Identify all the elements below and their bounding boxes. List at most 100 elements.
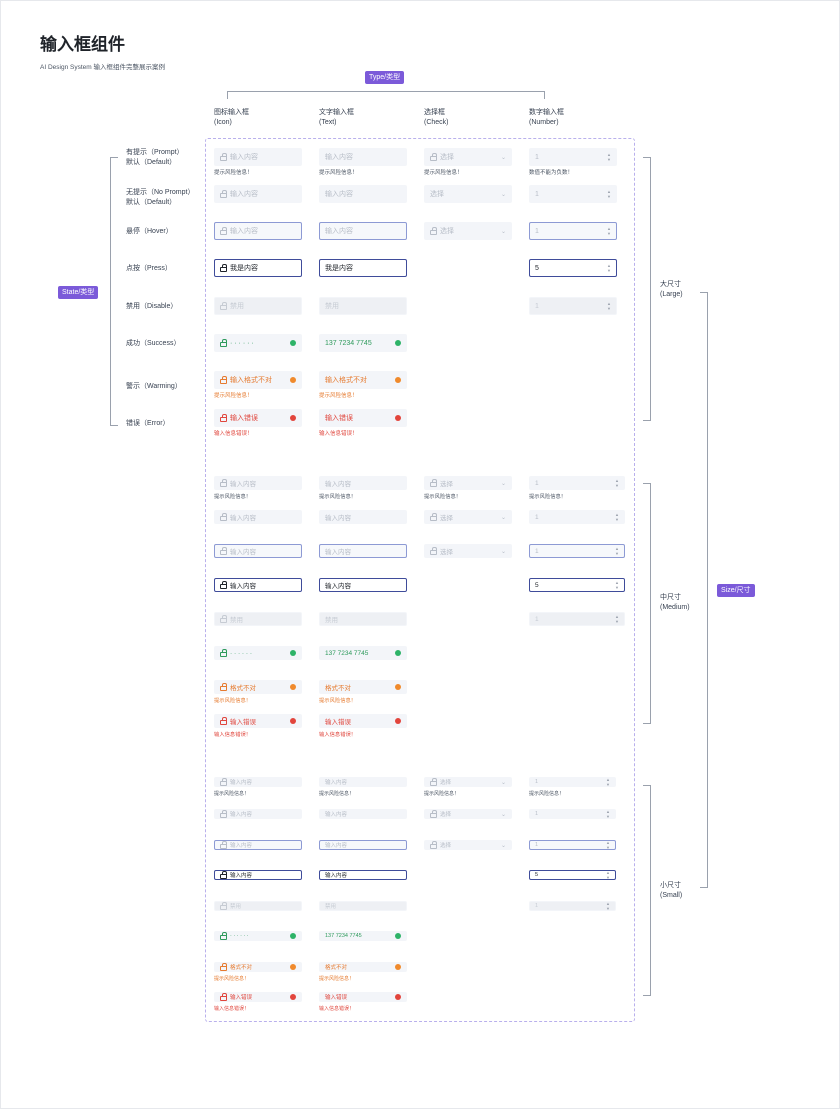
- icon-input-press[interactable]: 输入内容: [214, 578, 302, 592]
- stepper-icon[interactable]: ▲ ▼: [615, 512, 619, 522]
- select-hover[interactable]: 选择 ⌄: [424, 544, 512, 558]
- stepper-icon[interactable]: ▲ ▼: [615, 580, 619, 590]
- column-header-label: 图标输入框: [214, 109, 249, 116]
- select-default[interactable]: 选择 ⌄: [424, 809, 512, 819]
- text-input-default[interactable]: 输入内容: [319, 809, 407, 819]
- number-input-press[interactable]: 5 ▲ ▼: [529, 578, 625, 592]
- stepper-icon[interactable]: ▲ ▼: [607, 226, 611, 236]
- text-input-error[interactable]: 输入错误: [319, 992, 407, 1002]
- stepper-icon[interactable]: ▲ ▼: [606, 840, 610, 850]
- number-input-default[interactable]: 1 ▲ ▼: [529, 510, 625, 524]
- stepper-down-icon[interactable]: ▼: [607, 157, 611, 162]
- stepper-down-icon[interactable]: ▼: [606, 875, 610, 880]
- number-input-hover[interactable]: 1 ▲ ▼: [529, 840, 616, 850]
- select-hover[interactable]: 选择 ⌄: [424, 222, 512, 240]
- stepper-down-icon[interactable]: ▼: [606, 906, 610, 911]
- text-input-press[interactable]: 输入内容: [319, 870, 407, 880]
- stepper-icon[interactable]: ▲ ▼: [606, 809, 610, 819]
- field-value: 我是内容: [230, 265, 258, 272]
- lock-icon: [220, 901, 227, 910]
- icon-input-error[interactable]: 输入错误: [214, 992, 302, 1002]
- stepper-down-icon[interactable]: ▼: [615, 551, 619, 556]
- stepper-icon[interactable]: ▲ ▼: [607, 189, 611, 199]
- number-input-prompt[interactable]: 1 ▲ ▼: [529, 148, 617, 166]
- stepper-down-icon[interactable]: ▼: [607, 231, 611, 236]
- hint-text: 提示风险信息！: [319, 494, 357, 500]
- stepper-icon[interactable]: ▲ ▼: [615, 478, 619, 488]
- text-input-prompt[interactable]: 输入内容: [319, 476, 407, 490]
- text-input-success[interactable]: 137 7234 7745: [319, 931, 407, 941]
- field-value: 我是内容: [325, 265, 353, 272]
- icon-input-default[interactable]: 输入内容: [214, 510, 302, 524]
- stepper-down-icon[interactable]: ▼: [615, 619, 619, 624]
- number-input-default[interactable]: 1 ▲ ▼: [529, 809, 616, 819]
- stepper-down-icon[interactable]: ▼: [606, 782, 610, 787]
- icon-input-warning[interactable]: 输入格式不对: [214, 371, 302, 389]
- stepper-down-icon[interactable]: ▼: [606, 814, 610, 819]
- number-input-press[interactable]: 5 ▲ ▼: [529, 259, 617, 277]
- stepper-down-icon[interactable]: ▼: [607, 194, 611, 199]
- icon-input-default[interactable]: 输入内容: [214, 185, 302, 203]
- icon-input-error[interactable]: 输入错误: [214, 714, 302, 728]
- text-input-press[interactable]: 我是内容: [319, 259, 407, 277]
- number-input-prompt[interactable]: 1 ▲ ▼: [529, 777, 616, 787]
- stepper-down-icon[interactable]: ▼: [606, 845, 610, 850]
- stepper-icon[interactable]: ▲ ▼: [606, 901, 610, 911]
- icon-input-press[interactable]: 输入内容: [214, 870, 302, 880]
- icon-input-hover[interactable]: 输入内容: [214, 544, 302, 558]
- select-prompt[interactable]: 选择 ⌄: [424, 148, 512, 166]
- chevron-down-icon: ⌄: [500, 154, 506, 161]
- select-prompt[interactable]: 选择 ⌄: [424, 476, 512, 490]
- icon-input-warning[interactable]: 格式不对: [214, 962, 302, 972]
- stepper-icon[interactable]: ▲ ▼: [607, 152, 611, 162]
- icon-input-hover[interactable]: 输入内容: [214, 222, 302, 240]
- text-input-warning[interactable]: 格式不对: [319, 962, 407, 972]
- text-input-success[interactable]: 137 7234 7745: [319, 646, 407, 660]
- text-input-success[interactable]: 137 7234 7745: [319, 334, 407, 352]
- text-input-default[interactable]: 输入内容: [319, 510, 407, 524]
- stepper-icon[interactable]: ▲ ▼: [606, 870, 610, 880]
- stepper-down-icon[interactable]: ▼: [607, 306, 611, 311]
- text-input-hover[interactable]: 输入内容: [319, 222, 407, 240]
- stepper-down-icon[interactable]: ▼: [615, 585, 619, 590]
- stepper-icon[interactable]: ▲ ▼: [607, 301, 611, 311]
- text-input-press[interactable]: 输入内容: [319, 578, 407, 592]
- icon-input-prompt[interactable]: 输入内容: [214, 476, 302, 490]
- select-default[interactable]: 选择 ⌄: [424, 510, 512, 524]
- select-prompt[interactable]: 选择 ⌄: [424, 777, 512, 787]
- text-input-error[interactable]: 输入错误: [319, 409, 407, 427]
- select-hover[interactable]: 选择 ⌄: [424, 840, 512, 850]
- text-input-prompt[interactable]: 输入内容: [319, 777, 407, 787]
- select-default[interactable]: 选择 ⌄: [424, 185, 512, 203]
- number-input-default[interactable]: 1 ▲ ▼: [529, 185, 617, 203]
- icon-input-prompt[interactable]: 输入内容: [214, 148, 302, 166]
- number-input-prompt[interactable]: 1 ▲ ▼: [529, 476, 625, 490]
- text-input-prompt[interactable]: 输入内容: [319, 148, 407, 166]
- icon-input-prompt[interactable]: 输入内容: [214, 777, 302, 787]
- number-input-hover[interactable]: 1 ▲ ▼: [529, 222, 617, 240]
- stepper-icon[interactable]: ▲ ▼: [615, 546, 619, 556]
- text-input-error[interactable]: 输入错误: [319, 714, 407, 728]
- icon-input-success[interactable]: · · · · · ·: [214, 646, 302, 660]
- icon-input-press[interactable]: 我是内容: [214, 259, 302, 277]
- icon-input-hover[interactable]: 输入内容: [214, 840, 302, 850]
- stepper-icon[interactable]: ▲ ▼: [615, 614, 619, 624]
- stepper-icon[interactable]: ▲ ▼: [606, 777, 610, 787]
- number-input-press[interactable]: 5 ▲ ▼: [529, 870, 616, 880]
- text-input-warning[interactable]: 格式不对: [319, 680, 407, 694]
- icon-input-success[interactable]: · · · · · ·: [214, 334, 302, 352]
- stepper-down-icon[interactable]: ▼: [607, 268, 611, 273]
- icon-input-success[interactable]: · · · · · ·: [214, 931, 302, 941]
- stepper-icon[interactable]: ▲ ▼: [607, 263, 611, 273]
- icon-input-warning[interactable]: 格式不对: [214, 680, 302, 694]
- text-input-hover[interactable]: 输入内容: [319, 544, 407, 558]
- icon-input-error[interactable]: 输入错误: [214, 409, 302, 427]
- stepper-down-icon[interactable]: ▼: [615, 483, 619, 488]
- text-input-default[interactable]: 输入内容: [319, 185, 407, 203]
- stepper-down-icon[interactable]: ▼: [615, 517, 619, 522]
- text-input-hover[interactable]: 输入内容: [319, 840, 407, 850]
- text-input-warning[interactable]: 输入格式不对: [319, 371, 407, 389]
- icon-input-default[interactable]: 输入内容: [214, 809, 302, 819]
- size-label-line: (Large): [660, 291, 683, 298]
- number-input-hover[interactable]: 1 ▲ ▼: [529, 544, 625, 558]
